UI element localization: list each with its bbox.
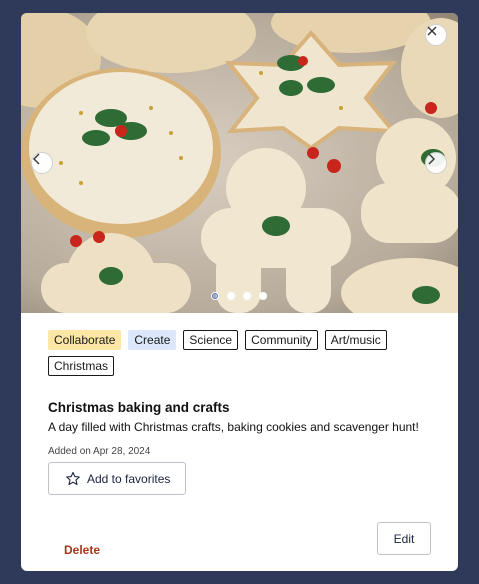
carousel-dot-4[interactable] — [259, 292, 267, 300]
close-icon — [427, 26, 437, 36]
activity-card: Collaborate Create Science Community Art… — [21, 13, 458, 571]
activity-photo — [21, 13, 458, 313]
tag-science: Science — [183, 330, 239, 350]
chevron-right-icon — [428, 153, 435, 165]
tag-collaborate: Collaborate — [48, 330, 122, 350]
chevron-left-icon — [33, 153, 40, 165]
activity-description: A day filled with Christmas crafts, baki… — [48, 420, 419, 434]
tag-community: Community — [245, 330, 318, 350]
carousel-dot-1[interactable] — [211, 292, 219, 300]
carousel-dots — [21, 292, 458, 302]
activity-title: Christmas baking and crafts — [48, 400, 230, 415]
edit-button[interactable]: Edit — [377, 522, 431, 555]
add-to-favorites-label: Add to favorites — [87, 471, 171, 486]
delete-button[interactable]: Delete — [64, 543, 100, 557]
tag-create: Create — [128, 330, 177, 350]
next-image-button[interactable] — [425, 152, 447, 174]
close-button[interactable] — [425, 24, 447, 46]
tag-list: Collaborate Create Science Community Art… — [48, 330, 388, 376]
carousel-dot-2[interactable] — [227, 292, 235, 300]
add-to-favorites-button[interactable]: Add to favorites — [48, 462, 186, 495]
added-date: Added on Apr 28, 2024 — [48, 446, 151, 457]
carousel-dot-3[interactable] — [243, 292, 251, 300]
activity-details: Collaborate Create Science Community Art… — [48, 330, 438, 557]
tag-christmas: Christmas — [48, 356, 115, 376]
star-outline-icon — [66, 471, 80, 485]
tag-art-music: Art/music — [324, 330, 387, 350]
cookies-photo — [21, 13, 458, 313]
previous-image-button[interactable] — [31, 152, 53, 174]
